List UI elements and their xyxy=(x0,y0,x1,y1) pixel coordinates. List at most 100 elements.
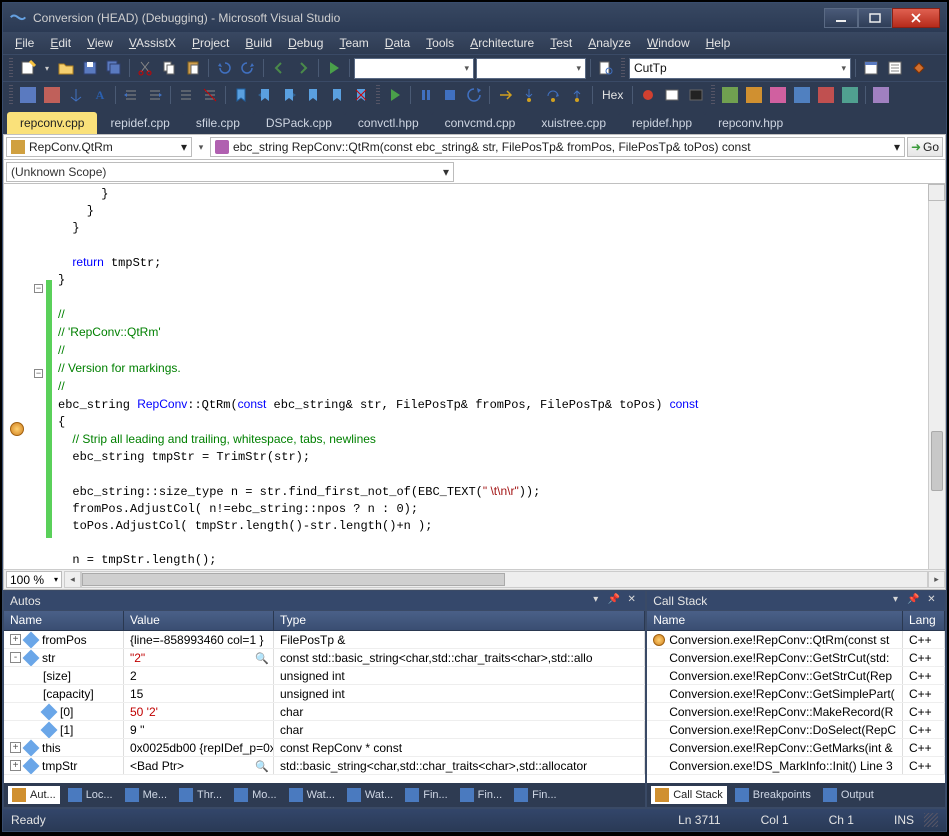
increase-indent-button[interactable] xyxy=(144,84,166,106)
tab-repconv-hpp[interactable]: repconv.hpp xyxy=(705,112,796,134)
col-type[interactable]: Type xyxy=(274,611,645,630)
menu-analyze[interactable]: Analyze xyxy=(580,34,639,52)
autos-row[interactable]: +tmpStr<Bad Ptr>🔍std::basic_string<char,… xyxy=(4,757,645,775)
menu-test[interactable]: Test xyxy=(542,34,580,52)
horizontal-scrollbar[interactable] xyxy=(81,571,928,588)
callstack-row[interactable]: Conversion.exe!RepConv::DoSelect(RepCC++ xyxy=(647,721,945,739)
breakpoints-window-button[interactable] xyxy=(637,84,659,106)
comment-button[interactable] xyxy=(175,84,197,106)
autos-row[interactable]: -str"2"🔍const std::basic_string<char,std… xyxy=(4,649,645,667)
menu-data[interactable]: Data xyxy=(377,34,418,52)
bottom-tab[interactable]: Me... xyxy=(121,786,171,804)
saveall-button[interactable] xyxy=(103,57,125,79)
split-button[interactable] xyxy=(928,184,945,201)
properties-button[interactable] xyxy=(884,57,906,79)
tb2-x4-button[interactable] xyxy=(791,84,813,106)
break-all-button[interactable] xyxy=(415,84,437,106)
autos-row[interactable]: +this0x0025db00 {repIDef_p=0x00const Rep… xyxy=(4,739,645,757)
new-project-button[interactable] xyxy=(17,57,39,79)
restart-button[interactable] xyxy=(463,84,485,106)
start-debug-button[interactable] xyxy=(323,57,345,79)
tb2-btn-1[interactable] xyxy=(17,84,39,106)
bottom-tab[interactable]: Fin... xyxy=(510,786,560,804)
close-button[interactable] xyxy=(892,8,940,28)
menu-window[interactable]: Window xyxy=(639,34,698,52)
class-combo[interactable]: RepConv.QtRm▾ xyxy=(6,137,192,157)
tab-convctl-hpp[interactable]: convctl.hpp xyxy=(345,112,432,134)
callstack-row[interactable]: Conversion.exe!RepConv::GetSimplePart(C+… xyxy=(647,685,945,703)
maximize-button[interactable] xyxy=(858,8,892,28)
menu-view[interactable]: View xyxy=(79,34,121,52)
col-lang[interactable]: Lang xyxy=(903,611,945,630)
toolbox-button[interactable] xyxy=(908,57,930,79)
callstack-row[interactable]: Conversion.exe!RepConv::GetStrCut(RepC++ xyxy=(647,667,945,685)
nav-back-button[interactable] xyxy=(268,57,290,79)
tab-repidef-hpp[interactable]: repidef.hpp xyxy=(619,112,705,134)
menu-tools[interactable]: Tools xyxy=(418,34,462,52)
solution-explorer-button[interactable] xyxy=(860,57,882,79)
copy-button[interactable] xyxy=(158,57,180,79)
tab-repidef-cpp[interactable]: repidef.cpp xyxy=(97,112,182,134)
redo-button[interactable] xyxy=(237,57,259,79)
scope-combo[interactable]: (Unknown Scope)▾ xyxy=(6,162,454,182)
bookmark-prev-button[interactable] xyxy=(254,84,276,106)
menu-vassistx[interactable]: VAssistX xyxy=(121,34,184,52)
panel-menu-icon[interactable]: ▾ xyxy=(588,594,603,608)
bookmark-clear-button[interactable] xyxy=(350,84,372,106)
expander-icon[interactable]: + xyxy=(10,742,21,753)
bottom-tab[interactable]: Output xyxy=(819,786,878,804)
paste-button[interactable] xyxy=(182,57,204,79)
bottom-tab[interactable]: Loc... xyxy=(64,786,117,804)
bottom-tab[interactable]: Call Stack xyxy=(651,786,727,804)
output-window-button[interactable] xyxy=(661,84,683,106)
tb2-x6-button[interactable] xyxy=(839,84,861,106)
tab-repconv-cpp[interactable]: repconv.cpp xyxy=(7,112,97,134)
expander-icon[interactable]: + xyxy=(10,760,21,771)
callstack-row[interactable]: Conversion.exe!RepConv::QtRm(const stC++ xyxy=(647,631,945,649)
breakpoint-icon[interactable] xyxy=(10,422,24,436)
expander-icon[interactable]: + xyxy=(10,634,21,645)
autos-grid[interactable]: Name Value Type +fromPos{line=-858993460… xyxy=(4,611,645,783)
fold-toggle[interactable]: − xyxy=(34,369,43,378)
callstack-row[interactable]: Conversion.exe!DS_MarkInfo::Init() Line … xyxy=(647,757,945,775)
col-name[interactable]: Name xyxy=(4,611,124,630)
hscroll-right-button[interactable]: ▸ xyxy=(928,571,945,588)
decrease-indent-button[interactable] xyxy=(120,84,142,106)
bottom-tab[interactable]: Fin... xyxy=(401,786,451,804)
pin-icon[interactable]: 📌 xyxy=(606,594,621,608)
pin-icon[interactable]: 📌 xyxy=(906,594,921,608)
autos-row[interactable]: [0]50 '2'char xyxy=(4,703,645,721)
tab-convcmd-cpp[interactable]: convcmd.cpp xyxy=(432,112,529,134)
member-combo[interactable]: ebc_string RepConv::QtRm(const ebc_strin… xyxy=(210,137,905,157)
hex-toggle-button[interactable]: Hex xyxy=(597,84,628,106)
bookmark-next-button[interactable] xyxy=(278,84,300,106)
vertical-scrollbar[interactable] xyxy=(928,201,945,569)
col-name[interactable]: Name xyxy=(647,611,903,630)
menu-team[interactable]: Team xyxy=(331,34,376,52)
hscroll-left-button[interactable]: ◂ xyxy=(64,571,81,588)
tb2-x3-button[interactable] xyxy=(767,84,789,106)
expander-icon[interactable]: - xyxy=(10,652,21,663)
bookmark-prev2-button[interactable] xyxy=(302,84,324,106)
immediate-window-button[interactable] xyxy=(685,84,707,106)
cut-button[interactable] xyxy=(134,57,156,79)
bottom-tab[interactable]: Wat... xyxy=(285,786,339,804)
step-over-button[interactable] xyxy=(542,84,564,106)
solution-config-combo[interactable]: ▾ xyxy=(354,58,474,79)
tb2-btn-2[interactable] xyxy=(41,84,63,106)
continue-button[interactable] xyxy=(384,84,406,106)
bookmark-next2-button[interactable] xyxy=(326,84,348,106)
visualizer-icon[interactable]: 🔍 xyxy=(255,760,267,772)
autos-row[interactable]: +fromPos{line=-858993460 col=1 }FilePosT… xyxy=(4,631,645,649)
callstack-row[interactable]: Conversion.exe!RepConv::GetStrCut(std:C+… xyxy=(647,649,945,667)
bottom-tab[interactable]: Fin... xyxy=(456,786,506,804)
open-button[interactable] xyxy=(55,57,77,79)
menu-build[interactable]: Build xyxy=(237,34,280,52)
menu-architecture[interactable]: Architecture xyxy=(462,34,542,52)
tb2-x7-button[interactable] xyxy=(870,84,892,106)
menu-debug[interactable]: Debug xyxy=(280,34,331,52)
menu-help[interactable]: Help xyxy=(698,34,739,52)
tab-DSPack-cpp[interactable]: DSPack.cpp xyxy=(253,112,345,134)
find-combo[interactable]: CutTp▾ xyxy=(629,58,851,79)
callstack-grid[interactable]: Name Lang Conversion.exe!RepConv::QtRm(c… xyxy=(647,611,945,783)
